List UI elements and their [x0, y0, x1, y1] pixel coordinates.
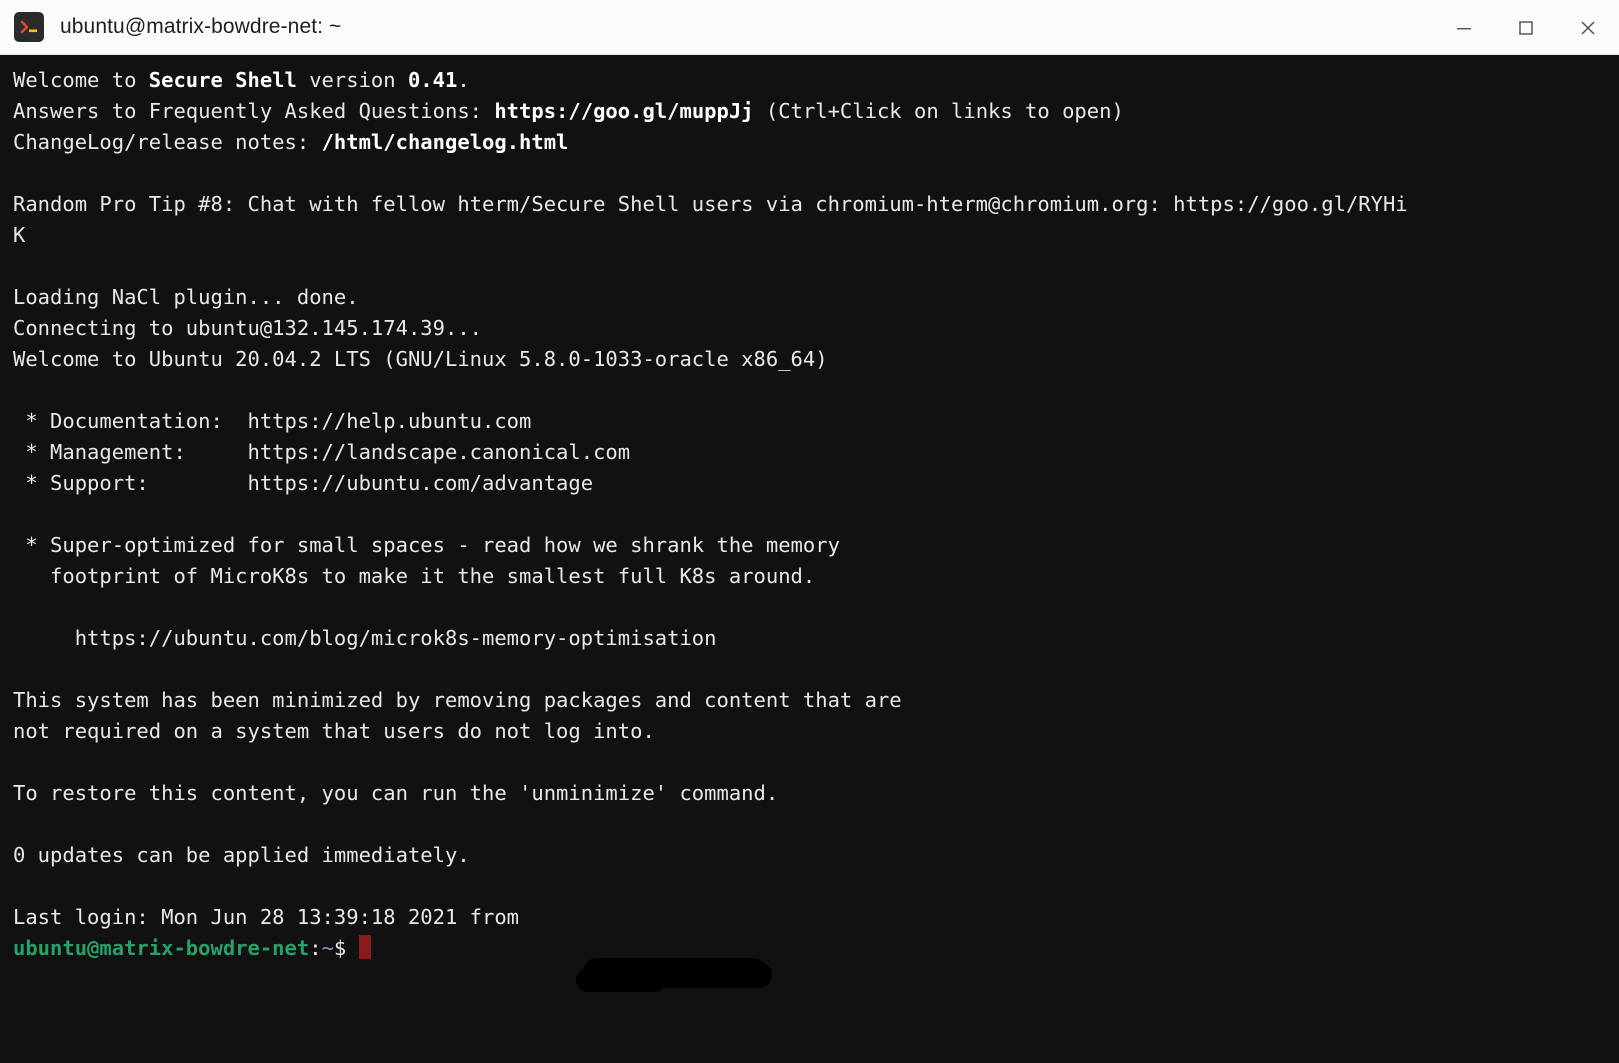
terminal-text: https://goo.gl/muppJj	[494, 99, 754, 123]
terminal-text: * Support: https://ubuntu.com/advantage	[13, 471, 594, 495]
terminal-line: Welcome to Secure Shell version 0.41.	[13, 65, 1619, 96]
terminal-text: Secure Shell	[148, 68, 297, 92]
terminal-text: Connecting to ubuntu@132.145.174.39...	[13, 316, 482, 340]
terminal-text: https://ubuntu.com/blog/microk8s-memory-…	[13, 626, 717, 650]
terminal-text: Loading NaCl plugin... done.	[13, 285, 359, 309]
terminal-text: $	[333, 936, 359, 960]
terminal-text: :	[309, 936, 322, 960]
terminal-text: Random Pro Tip #8: Chat with fellow hter…	[13, 192, 1408, 216]
terminal-line: K	[13, 220, 1619, 251]
redaction-mark	[576, 958, 772, 992]
terminal-text: (Ctrl+Click on links to open)	[753, 99, 1124, 123]
terminal-line: Connecting to ubuntu@132.145.174.39...	[13, 313, 1619, 344]
terminal-line: https://ubuntu.com/blog/microk8s-memory-…	[13, 623, 1619, 654]
terminal-text: This system has been minimized by removi…	[13, 688, 902, 712]
terminal-line: * Super-optimized for small spaces - rea…	[13, 530, 1619, 561]
terminal-text: 0.41	[407, 68, 458, 92]
terminal-text: not required on a system that users do n…	[13, 719, 655, 743]
terminal-text: Welcome to	[13, 68, 149, 92]
terminal-screen[interactable]: Welcome to Secure Shell version 0.41. Ans…	[13, 65, 1619, 964]
terminal-text: K	[13, 223, 26, 247]
minimize-icon[interactable]	[1433, 0, 1495, 55]
terminal-line: This system has been minimized by removi…	[13, 685, 1619, 716]
terminal-body[interactable]: Welcome to Secure Shell version 0.41. Ans…	[0, 55, 1619, 1063]
terminal-line: Welcome to Ubuntu 20.04.2 LTS (GNU/Linux…	[13, 344, 1619, 375]
window-title: ubuntu@matrix-bowdre-net: ~	[60, 15, 342, 38]
terminal-text: ChangeLog/release notes:	[13, 130, 322, 154]
terminal-text: 0 updates can be applied immediately.	[13, 843, 470, 867]
terminal-line: footprint of MicroK8s to make it the sma…	[13, 561, 1619, 592]
terminal-text: Last login: Mon Jun 28 13:39:18 2021 fro…	[13, 905, 532, 929]
terminal-line: Loading NaCl plugin... done.	[13, 282, 1619, 313]
terminal-text: version	[296, 68, 408, 92]
terminal-line: 0 updates can be applied immediately.	[13, 840, 1619, 871]
terminal-line: Random Pro Tip #8: Chat with fellow hter…	[13, 189, 1619, 220]
terminal-text: * Super-optimized for small spaces - rea…	[13, 533, 840, 557]
terminal-line: Answers to Frequently Asked Questions: h…	[13, 96, 1619, 127]
terminal-prompt-icon	[14, 12, 44, 42]
close-icon[interactable]	[1557, 0, 1619, 55]
terminal-text: Answers to Frequently Asked Questions:	[13, 99, 495, 123]
maximize-icon[interactable]	[1495, 0, 1557, 55]
terminal-cursor	[358, 935, 371, 959]
terminal-window: ubuntu@matrix-bowdre-net: ~ Welcome to S…	[0, 0, 1619, 1063]
terminal-line: To restore this content, you can run the…	[13, 778, 1619, 809]
title-bar[interactable]: ubuntu@matrix-bowdre-net: ~	[0, 0, 1619, 55]
terminal-line: * Documentation: https://help.ubuntu.com	[13, 406, 1619, 437]
window-controls	[1433, 0, 1619, 55]
terminal-text: .	[457, 68, 470, 92]
terminal-line: * Management: https://landscape.canonica…	[13, 437, 1619, 468]
terminal-text: Welcome to Ubuntu 20.04.2 LTS (GNU/Linux…	[13, 347, 828, 371]
terminal-text: footprint of MicroK8s to make it the sma…	[13, 564, 816, 588]
terminal-line: not required on a system that users do n…	[13, 716, 1619, 747]
terminal-text: To restore this content, you can run the…	[13, 781, 779, 805]
terminal-line: * Support: https://ubuntu.com/advantage	[13, 468, 1619, 499]
terminal-text: * Management: https://landscape.canonica…	[13, 440, 631, 464]
terminal-line: ubuntu@matrix-bowdre-net:~$	[13, 933, 1619, 964]
terminal-text: /html/changelog.html	[321, 130, 569, 154]
terminal-text: * Documentation: https://help.ubuntu.com	[13, 409, 532, 433]
terminal-line: Last login: Mon Jun 28 13:39:18 2021 fro…	[13, 902, 1619, 933]
terminal-line: ChangeLog/release notes: /html/changelog…	[13, 127, 1619, 158]
terminal-text: ~	[321, 936, 334, 960]
terminal-text: ubuntu@matrix-bowdre-net	[13, 936, 310, 960]
